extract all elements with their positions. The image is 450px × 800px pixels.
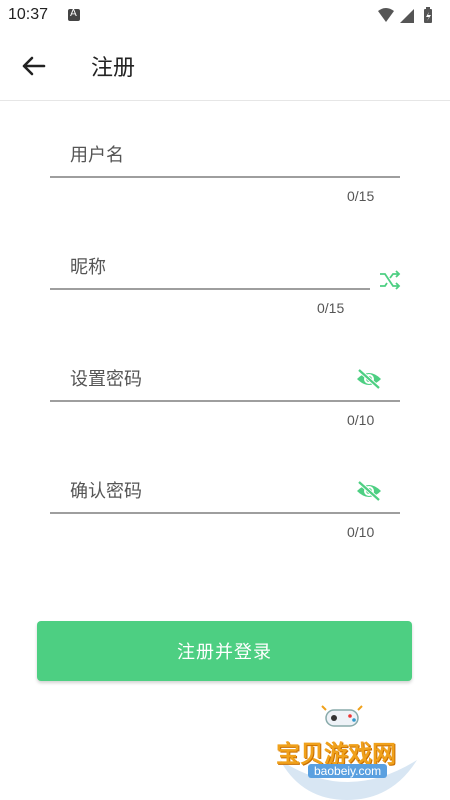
watermark-logo: 宝贝游戏网 baobeiy.com xyxy=(272,700,422,800)
back-arrow-icon xyxy=(22,56,46,76)
nickname-input[interactable] xyxy=(50,246,370,290)
eye-off-icon[interactable] xyxy=(355,479,383,503)
status-time: 10:37 xyxy=(8,6,49,23)
gamepad-icon xyxy=(321,705,363,727)
password-input[interactable] xyxy=(50,358,400,402)
password-field-group: 0/10 xyxy=(50,358,400,430)
username-counter: 0/15 xyxy=(347,188,375,204)
notification-icon xyxy=(68,8,80,21)
confirm-password-field-group: 0/10 xyxy=(50,470,400,542)
shuffle-icon[interactable] xyxy=(378,268,402,292)
back-button[interactable] xyxy=(18,52,52,80)
nickname-field-group: 0/15 xyxy=(50,246,370,318)
confirm-password-input[interactable] xyxy=(50,470,400,514)
register-login-button[interactable]: 注册并登录 xyxy=(37,621,412,681)
eye-off-icon[interactable] xyxy=(355,367,383,391)
confirm-password-counter: 0/10 xyxy=(347,524,375,540)
app-bar: 注册 xyxy=(0,32,450,101)
status-bar: 10:37 xyxy=(0,0,450,32)
battery-icon xyxy=(424,7,432,23)
page-title: 注册 xyxy=(91,56,136,81)
nickname-counter: 0/15 xyxy=(317,300,345,316)
watermark-url: baobeiy.com xyxy=(308,764,388,778)
wifi-icon xyxy=(378,8,394,22)
signal-icon xyxy=(400,9,414,23)
status-icons xyxy=(378,7,432,23)
password-counter: 0/10 xyxy=(347,412,375,428)
username-field-group: 0/15 xyxy=(50,134,400,206)
username-input[interactable] xyxy=(50,134,400,178)
